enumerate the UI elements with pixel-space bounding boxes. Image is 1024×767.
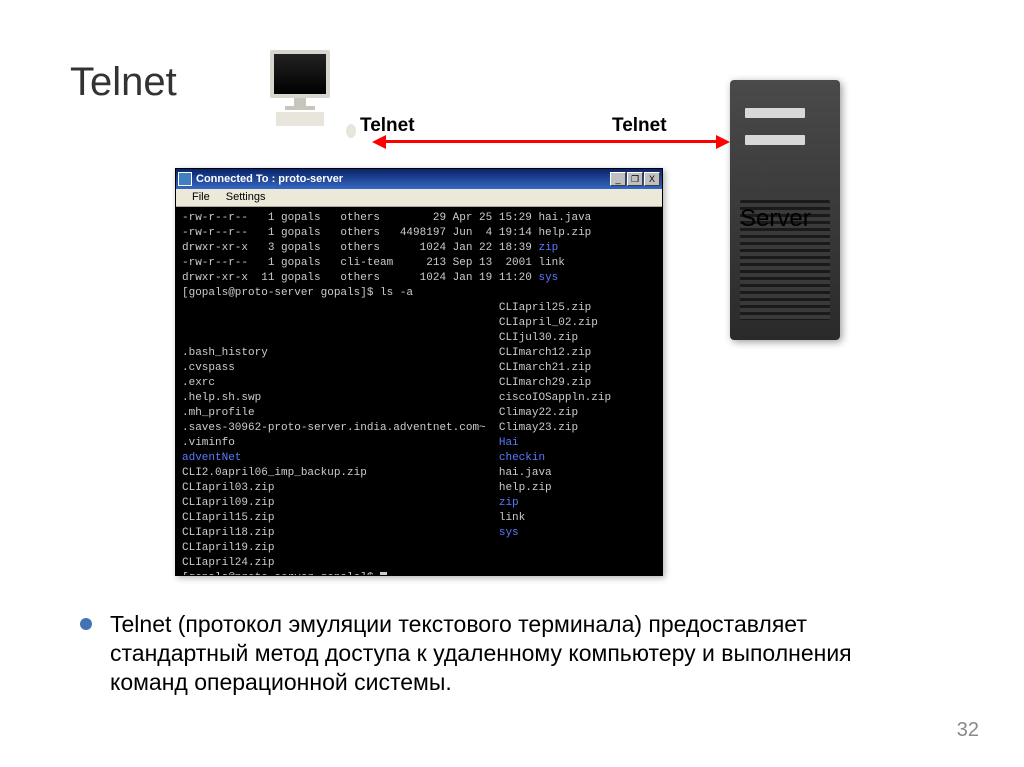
connection-line bbox=[380, 140, 720, 143]
terminal-window: Connected To : proto-server _ ❐ X File S… bbox=[175, 168, 663, 576]
diagram: Telnet Telnet bbox=[170, 50, 890, 160]
desktop-computer-icon bbox=[250, 50, 350, 140]
server-label: Server bbox=[740, 205, 811, 233]
menu-settings[interactable]: Settings bbox=[218, 189, 274, 206]
slide-title: Telnet bbox=[70, 60, 177, 105]
page-number: 32 bbox=[957, 719, 979, 742]
telnet-label-right: Telnet bbox=[612, 115, 667, 137]
menu-file[interactable]: File bbox=[184, 189, 218, 206]
description-text: Telnet (протокол эмуляции текстового тер… bbox=[110, 610, 920, 696]
description-bullet: Telnet (протокол эмуляции текстового тер… bbox=[80, 610, 920, 696]
maximize-button[interactable]: ❐ bbox=[627, 172, 643, 186]
window-titlebar: Connected To : proto-server _ ❐ X bbox=[176, 169, 662, 189]
terminal-output: -rw-r--r-- 1 gopals others 29 Apr 25 15:… bbox=[176, 207, 662, 575]
close-button[interactable]: X bbox=[644, 172, 660, 186]
bullet-icon bbox=[80, 618, 92, 630]
minimize-button[interactable]: _ bbox=[610, 172, 626, 186]
telnet-label-left: Telnet bbox=[360, 115, 415, 137]
window-title: Connected To : proto-server bbox=[196, 173, 610, 185]
menu-bar: File Settings bbox=[176, 189, 662, 207]
window-icon bbox=[178, 172, 192, 186]
arrow-right-icon bbox=[716, 135, 730, 149]
